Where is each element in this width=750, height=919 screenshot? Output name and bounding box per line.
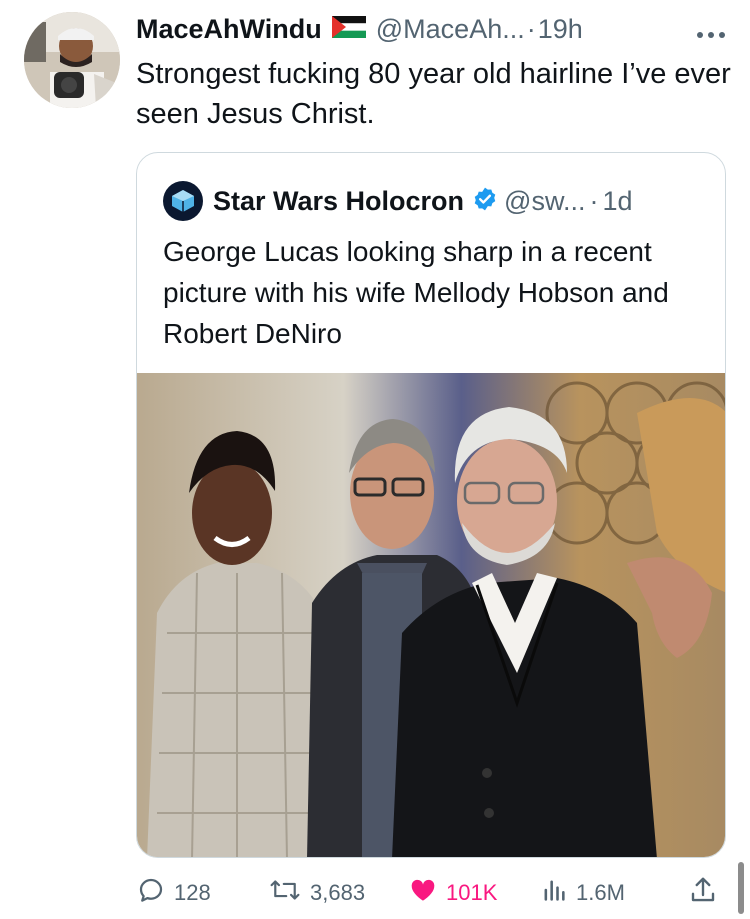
action-bar: 128 3,683 101K 1.6M (136, 868, 726, 918)
views-button[interactable]: 1.6M (540, 868, 625, 918)
verified-icon (472, 186, 498, 217)
tweet-body: MaceAhWindu @MaceAh... · 19h Strongest f… (136, 8, 731, 134)
reply-count: 128 (174, 880, 211, 905)
reply-button[interactable]: 128 (136, 868, 211, 918)
quote-time[interactable]: 1d (602, 186, 632, 217)
separator-dot: · (526, 13, 536, 44)
separator-dot: · (589, 185, 599, 216)
tweet-time[interactable]: 19h (538, 14, 583, 45)
scroll-indicator[interactable] (738, 862, 744, 914)
share-icon (688, 875, 726, 911)
retweet-icon (268, 875, 310, 911)
quoted-tweet[interactable]: Star Wars Holocron @sw... · 1d George Lu… (136, 152, 726, 858)
like-icon (408, 875, 446, 911)
flag-icon (331, 15, 366, 43)
more-icon[interactable] (696, 18, 726, 46)
share-button[interactable] (688, 868, 726, 918)
views-icon (540, 875, 576, 911)
reply-icon (136, 875, 174, 911)
quote-header: Star Wars Holocron @sw... · 1d (163, 181, 633, 221)
quote-author-name[interactable]: Star Wars Holocron (213, 186, 464, 217)
views-count: 1.6M (576, 880, 625, 905)
like-button[interactable]: 101K (408, 868, 497, 918)
author-handle[interactable]: @MaceAh... (376, 14, 525, 45)
holocron-icon[interactable] (163, 181, 203, 221)
like-count: 101K (446, 880, 498, 905)
retweet-button[interactable]: 3,683 (268, 868, 365, 918)
retweet-count: 3,683 (310, 880, 366, 905)
quote-author-handle[interactable]: @sw... (504, 186, 585, 217)
tweet-text: Strongest fucking 80 year old hairline I… (136, 58, 731, 130)
author-avatar[interactable] (24, 12, 120, 108)
quote-photo[interactable] (137, 373, 725, 857)
tweet-header: MaceAhWindu @MaceAh... · 19h (136, 8, 730, 50)
author-name[interactable]: MaceAhWindu (136, 14, 322, 45)
avatar-photo (24, 12, 120, 108)
quote-text: George Lucas looking sharp in a recent p… (163, 236, 669, 349)
